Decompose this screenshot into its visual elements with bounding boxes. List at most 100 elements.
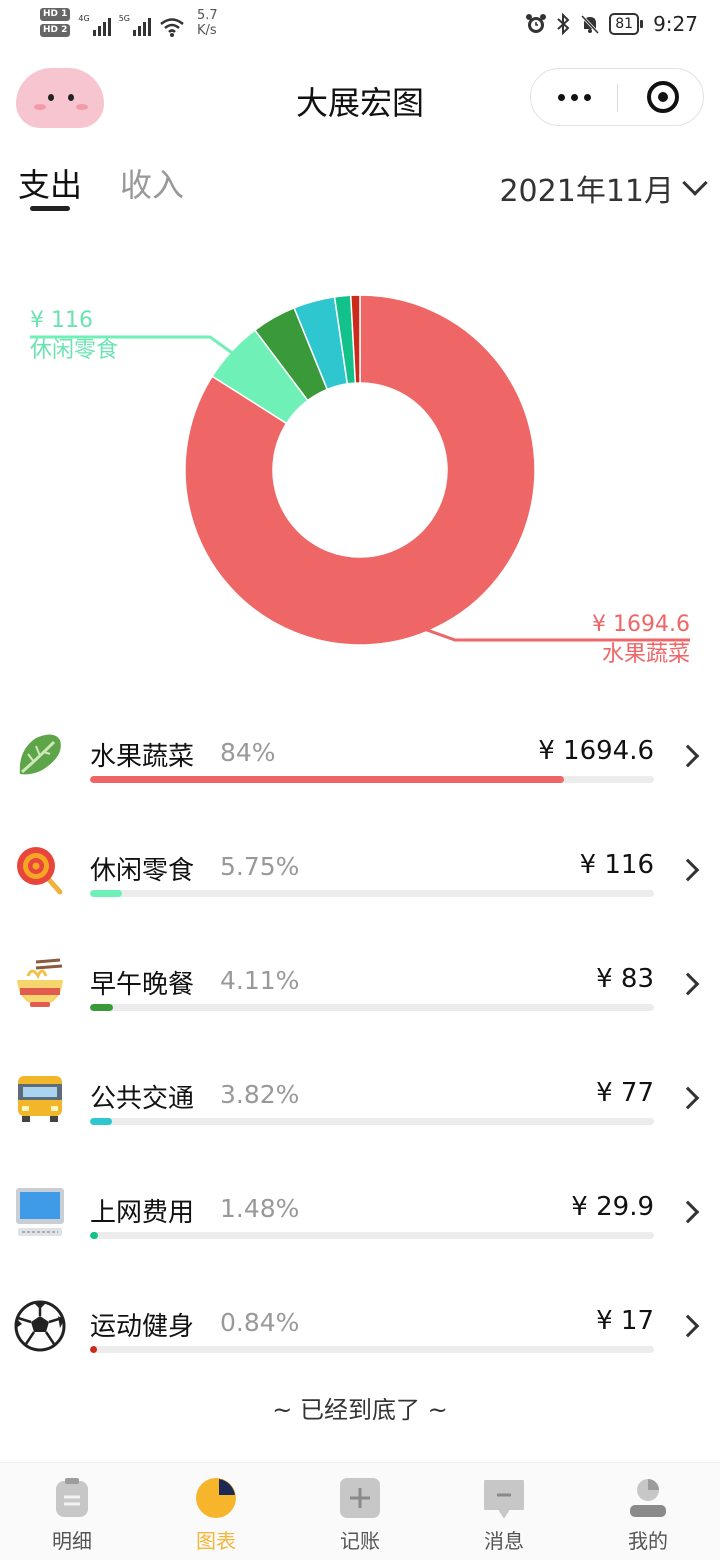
progress-fill (90, 776, 564, 783)
type-tabs: 支出 收入 (18, 160, 184, 212)
category-row[interactable]: 上网费用 1.48% ¥ 29.9 (0, 1156, 720, 1270)
category-percent: 3.82% (220, 1080, 300, 1109)
progress-track (90, 1232, 654, 1239)
soccer-ball-icon (14, 1300, 66, 1352)
signal-1-icon: 4G (78, 14, 111, 36)
nav-label: 明细 (52, 1529, 92, 1553)
category-row[interactable]: 早午晚餐 4.11% ¥ 83 (0, 928, 720, 1042)
category-percent: 1.48% (220, 1194, 300, 1223)
add-icon (340, 1478, 380, 1518)
chevron-right-icon (676, 1200, 700, 1224)
category-name: 休闲零食 (90, 856, 195, 886)
chevron-down-icon (682, 170, 708, 196)
sim1-badge: HD 1 (40, 8, 71, 21)
sim2-badge: HD 2 (40, 24, 71, 37)
category-row[interactable]: 公共交通 3.82% ¥ 77 (0, 1042, 720, 1156)
tab-expense[interactable]: 支出 (18, 160, 82, 212)
status-right: 81 9:27 (525, 12, 698, 36)
nav-item-mine[interactable]: 我的 (576, 1463, 720, 1560)
lollipop-icon (17, 847, 63, 895)
callout-snacks: ¥ 116 休闲零食 (30, 306, 118, 366)
clock: 9:27 (653, 12, 698, 36)
progress-track (90, 1118, 654, 1125)
progress-track (90, 1346, 654, 1353)
progress-fill (90, 1346, 97, 1353)
progress-fill (90, 1004, 114, 1011)
category-percent: 0.84% (220, 1308, 300, 1337)
alarm-icon (526, 14, 547, 33)
nav-item-detail[interactable]: 明细 (0, 1463, 144, 1560)
category-amount: ¥ 17 (596, 1306, 654, 1336)
status-bar: HD 1 HD 2 4G 5G 5.7 K/s 81 9:27 (0, 0, 720, 52)
net2-label: 5G (118, 14, 130, 23)
progress-fill (90, 1232, 99, 1239)
capsule-divider (617, 84, 618, 112)
progress-track (90, 776, 654, 783)
sim-indicators: HD 1 HD 2 (40, 8, 71, 37)
detail-icon (56, 1478, 88, 1517)
app-header: 大展宏图 (0, 60, 720, 136)
status-left: HD 1 HD 2 4G 5G 5.7 K/s (40, 8, 218, 38)
progress-track (90, 890, 654, 897)
more-dot-icon (583, 93, 591, 101)
noodle-bowl-icon (17, 958, 63, 1007)
bus-icon (18, 1076, 62, 1122)
lettuce-icon (19, 734, 61, 775)
tab-income[interactable]: 收入 (120, 160, 184, 212)
net1-label: 4G (78, 14, 90, 23)
category-name: 水果蔬菜 (90, 742, 195, 772)
category-amount: ¥ 83 (596, 964, 654, 994)
network-speed: 5.7 K/s (197, 8, 218, 38)
message-icon (484, 1480, 524, 1518)
end-of-list-note: ~ 已经到底了 ~ (272, 1396, 448, 1424)
wifi-icon (160, 18, 184, 37)
chevron-right-icon (676, 1314, 700, 1338)
chevron-right-icon (676, 858, 700, 882)
nav-label: 消息 (484, 1529, 524, 1553)
computer-icon (16, 1188, 64, 1236)
category-amount: ¥ 29.9 (571, 1192, 654, 1222)
month-label: 2021年11月 (499, 174, 674, 209)
category-name: 公共交通 (90, 1084, 195, 1114)
callout-snacks-label: 休闲零食 (30, 338, 119, 363)
more-dot-icon (570, 93, 578, 101)
speed-value: 5.7 (197, 8, 218, 23)
callout-fruit-veg: ¥ 1694.6 水果蔬菜 (592, 610, 690, 670)
category-amount: ¥ 116 (579, 850, 654, 880)
category-amount: ¥ 1694.6 (538, 736, 654, 766)
category-percent: 84% (220, 738, 276, 767)
progress-fill (90, 890, 123, 897)
nav-item-message[interactable]: 消息 (432, 1463, 576, 1560)
nav-label: 图表 (196, 1529, 236, 1553)
nav-label: 我的 (628, 1529, 668, 1553)
bluetooth-icon (557, 13, 570, 35)
nav-label: 记账 (340, 1529, 380, 1553)
expense-donut-chart: ¥ 116 休闲零食 ¥ 1694.6 水果蔬菜 (0, 240, 720, 690)
category-percent: 5.75% (220, 852, 300, 881)
category-row[interactable]: 休闲零食 5.75% ¥ 116 (0, 814, 720, 928)
progress-fill (90, 1118, 112, 1125)
category-row[interactable]: 水果蔬菜 84% ¥ 1694.6 (0, 700, 720, 814)
signal-2-icon: 5G (119, 14, 151, 36)
close-target-button[interactable] (647, 81, 679, 113)
progress-track (90, 1004, 654, 1011)
month-picker[interactable]: 2021年11月 (499, 166, 708, 210)
more-button[interactable] (531, 69, 617, 125)
chevron-right-icon (676, 744, 700, 768)
category-name: 上网费用 (90, 1198, 195, 1228)
category-name: 早午晚餐 (90, 970, 195, 1000)
category-amount: ¥ 77 (596, 1078, 654, 1108)
nav-item-chart[interactable]: 图表 (144, 1463, 288, 1560)
chevron-right-icon (676, 972, 700, 996)
battery-indicator: 81 (609, 13, 643, 35)
callout-fruit-veg-label: 水果蔬菜 (601, 642, 690, 667)
chevron-right-icon (676, 1086, 700, 1110)
more-dot-icon (557, 93, 565, 101)
mute-bell-icon (581, 14, 600, 35)
category-percent: 4.11% (220, 966, 300, 995)
category-list: 水果蔬菜 84% ¥ 1694.6 休闲零食 5.75% ¥ 116 早午晚餐 (0, 700, 720, 1384)
category-row[interactable]: 运动健身 0.84% ¥ 17 (0, 1270, 720, 1384)
bottom-nav: 明细 图表 记账 消息 我的 (0, 1462, 720, 1560)
nav-item-record[interactable]: 记账 (288, 1463, 432, 1560)
callout-fruit-veg-amount: ¥ 1694.6 (592, 612, 690, 637)
